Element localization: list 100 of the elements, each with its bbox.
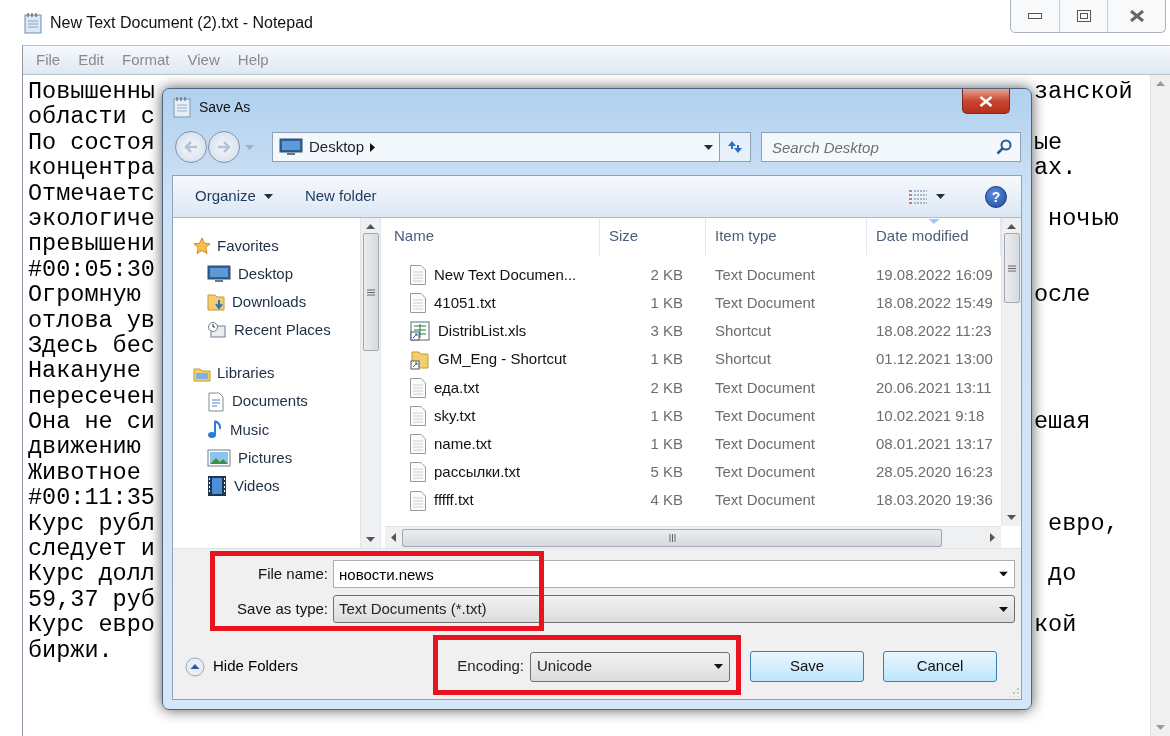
column-header[interactable]: Size — [600, 218, 706, 255]
forward-arrow-icon — [217, 141, 231, 153]
cancel-button[interactable]: Cancel — [883, 651, 997, 682]
text-line: ые — [1034, 129, 1063, 156]
column-header[interactable]: Item type — [706, 218, 867, 255]
close-icon — [979, 95, 993, 107]
scrollbar[interactable] — [1150, 75, 1170, 736]
file-date: 10.02.2021 9:18 — [875, 405, 986, 426]
grip-icon — [668, 533, 676, 542]
sidebar-item[interactable]: Documents — [193, 387, 360, 416]
text-line: Животное — [28, 459, 141, 486]
recent-places-icon — [207, 321, 227, 340]
text-line: пересечен — [28, 383, 155, 410]
file-name-field[interactable]: новости.news — [333, 560, 1015, 588]
file-date: 18.08.2022 11:23 — [875, 321, 993, 342]
list-view-icon — [908, 189, 928, 204]
file-size: 4 KB — [649, 490, 684, 511]
text-line: отлова ув — [28, 307, 155, 333]
sidebar-item[interactable]: Desktop — [193, 260, 360, 289]
text-line: движению — [28, 434, 141, 460]
text-line: #00:05:30 — [28, 256, 155, 283]
text-line: ах. — [1034, 155, 1077, 181]
sidebar-item[interactable]: Recent Places — [193, 316, 360, 345]
dropdown-caret-icon — [999, 571, 1008, 577]
address-bar[interactable]: Desktop — [272, 132, 720, 162]
scroll-down-icon — [1156, 725, 1165, 730]
file-name[interactable]: 41051.txt — [385, 292, 600, 315]
file-name[interactable]: GM_Eng - Shortcut — [385, 348, 600, 371]
scroll-right-icon — [990, 533, 995, 542]
document-icon — [410, 293, 426, 314]
desktop-icon — [207, 265, 231, 284]
scrollbar[interactable] — [360, 218, 380, 548]
text-line: экологиче — [28, 205, 155, 232]
back-button[interactable] — [175, 131, 207, 163]
grip-icon — [1007, 264, 1016, 272]
file-date: 18.03.2020 19:36 — [875, 490, 994, 511]
file-name[interactable]: sky.txt — [385, 404, 600, 428]
file-name[interactable]: fffff.txt — [385, 489, 600, 512]
file-name[interactable]: еда.txt — [385, 376, 600, 400]
scroll-down-icon — [366, 537, 375, 542]
file-date: 28.05.2020 16:23 — [875, 462, 994, 483]
document-icon — [207, 391, 225, 412]
document-icon — [410, 265, 426, 286]
file-type: Text Document — [714, 490, 817, 511]
file-name[interactable]: рассылки.txt — [385, 461, 600, 484]
download-folder-icon — [207, 293, 225, 312]
text-line: Курс долл — [28, 561, 155, 587]
scroll-up-icon — [1156, 81, 1165, 86]
star-icon — [193, 237, 211, 255]
organize-button[interactable]: Organize — [187, 183, 281, 210]
file-date: 08.01.2021 13:17 — [875, 433, 994, 454]
scrollbar[interactable] — [1001, 218, 1021, 526]
file-type: Text Document — [714, 433, 817, 454]
caret-icon — [263, 194, 273, 199]
save-button[interactable]: Save — [750, 651, 864, 682]
search-field[interactable]: Search Desktop — [761, 132, 1021, 162]
forward-button[interactable] — [208, 131, 240, 163]
notepad-icon — [173, 96, 191, 118]
text-line: следует и — [28, 536, 155, 562]
scrollbar[interactable] — [385, 526, 1001, 548]
text-line: #00:11:35 — [28, 485, 155, 511]
document-icon — [410, 406, 426, 427]
text-line: Курс рубл — [28, 510, 155, 537]
desktop-icon — [279, 138, 303, 156]
hide-folders-button[interactable]: Hide Folders — [185, 655, 299, 678]
document-icon — [410, 490, 426, 511]
text-line: области с — [28, 104, 155, 130]
scroll-up-icon — [1007, 224, 1016, 229]
file-date: 01.12.2021 13:00 — [875, 349, 994, 370]
dropdown-caret-icon — [703, 144, 713, 150]
file-name[interactable]: New Text Documen... — [385, 263, 600, 287]
refresh-button[interactable] — [720, 132, 751, 162]
help-button[interactable]: ? — [985, 185, 1007, 208]
chevron-right-icon — [370, 142, 376, 152]
file-name[interactable]: name.txt — [385, 432, 600, 456]
sidebar-item[interactable]: Music — [193, 415, 360, 444]
save-type-dropdown[interactable]: Text Documents (*.txt) — [333, 595, 1015, 623]
sidebar-item[interactable]: Pictures — [193, 443, 360, 473]
new-folder-button[interactable]: New folder — [296, 183, 385, 210]
caret-icon — [936, 194, 945, 199]
scroll-down-icon — [1007, 515, 1016, 520]
text-line: превышени — [28, 231, 155, 257]
notepad-icon — [24, 11, 42, 34]
sidebar-item[interactable]: Favorites — [193, 232, 360, 260]
field-label: Encoding: — [457, 656, 524, 677]
close-button[interactable] — [962, 89, 1010, 114]
file-name[interactable]: DistribList.xls — [385, 320, 600, 343]
encoding-dropdown[interactable]: Unicode — [530, 651, 730, 682]
sidebar-item[interactable]: Libraries — [193, 359, 360, 388]
text-line: ешая — [1034, 409, 1091, 435]
document-icon — [410, 434, 426, 455]
window-title: New Text Document (2).txt - Notepad — [50, 12, 313, 33]
sidebar-item[interactable]: Videos — [193, 472, 360, 501]
music-note-icon — [207, 420, 223, 440]
dialog-title: Save As — [199, 97, 251, 117]
column-header[interactable]: Name — [385, 218, 600, 255]
file-size: 1 KB — [649, 405, 684, 426]
field-label: Save as type: — [236, 598, 329, 619]
sidebar-item[interactable]: Downloads — [193, 288, 360, 317]
folder-shortcut-icon — [410, 349, 430, 370]
